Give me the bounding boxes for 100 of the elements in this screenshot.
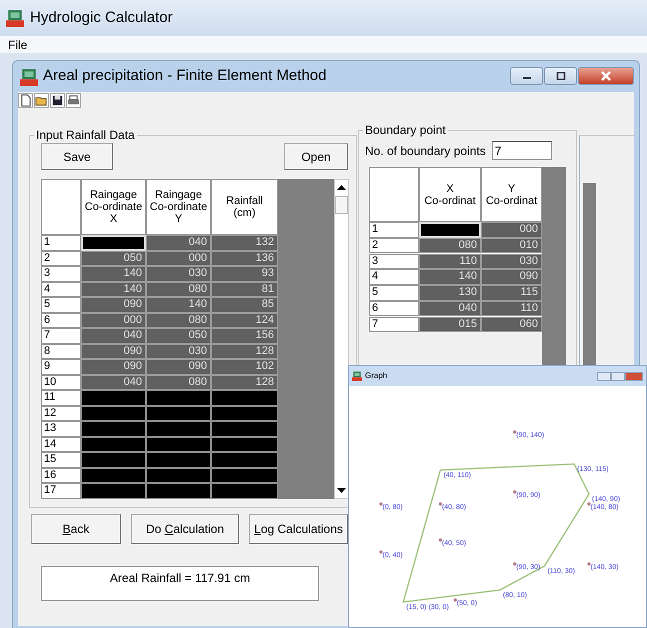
result-text: Areal Rainfall = 117.91 cm (41, 566, 319, 600)
table-cell: 130 (419, 285, 481, 301)
row-header: 8 (41, 344, 81, 359)
table-cell: 050 (81, 250, 146, 266)
table-cell: 000 (481, 222, 542, 238)
point-marker (438, 502, 442, 506)
save-disk-icon[interactable] (50, 93, 65, 108)
point-marker (379, 502, 383, 506)
column-header: Rainfall (cm) (211, 179, 278, 235)
cell-editor[interactable] (81, 235, 146, 250)
table-cell: 136 (211, 250, 278, 266)
table-cell: 015 (419, 316, 481, 332)
column-header: X Co-ordinat (419, 167, 481, 222)
window-title: Areal precipitation - Finite Element Method (43, 66, 326, 86)
table-cell: 93 (211, 266, 278, 282)
table-cell: 090 (81, 359, 146, 374)
table-corner (41, 179, 81, 235)
table-cell: 102 (211, 359, 278, 374)
column-header: Raingage Co-ordinate Y (146, 179, 211, 235)
count-field[interactable]: 7 (492, 141, 552, 160)
point-marker (513, 490, 516, 494)
table-cell: 030 (146, 344, 211, 359)
table-cell: 080 (419, 238, 481, 254)
point-marker (587, 562, 591, 566)
maximize-icon (556, 72, 566, 80)
calculate-button[interactable]: Do Calculation (131, 514, 239, 544)
row-header: 16 (41, 468, 81, 483)
row-header: 4 (41, 282, 81, 297)
close-button[interactable] (578, 67, 634, 85)
table-cell: 090 (146, 359, 211, 374)
table-cell: 040 (419, 300, 481, 316)
row-header: 6 (369, 300, 419, 316)
field-label: No. of boundary points (365, 142, 486, 160)
row-header: 5 (369, 285, 419, 301)
table-cell: 128 (211, 374, 278, 390)
table-cell: 124 (211, 312, 278, 328)
table-cell: 85 (211, 297, 278, 312)
table-cell: 080 (146, 312, 211, 328)
group-title: Boundary point (363, 123, 448, 137)
close-icon (600, 71, 612, 81)
row-header: 11 (41, 390, 81, 406)
table-cell: 81 (211, 282, 278, 297)
table-cell: 140 (81, 282, 146, 297)
row-header: 4 (369, 269, 419, 285)
table-cell: 090 (81, 344, 146, 359)
scroll-thumb[interactable] (335, 196, 348, 214)
row-header: 10 (41, 374, 81, 390)
cell-editor[interactable] (419, 222, 481, 238)
menu-item[interactable]: File (8, 36, 28, 54)
save-button[interactable]: Save (41, 143, 113, 170)
point-marker (379, 550, 383, 554)
window-title: Graph (365, 370, 388, 382)
point-marker (587, 502, 591, 506)
column-header: Y Co-ordinat (481, 167, 542, 222)
table-cell: 030 (146, 266, 211, 282)
row-header: 3 (369, 254, 419, 270)
printer-icon[interactable] (66, 93, 81, 108)
app-icon (352, 371, 362, 381)
row-header: 6 (41, 312, 81, 328)
back-button[interactable]: Back (31, 514, 121, 544)
table-cell: 040 (81, 328, 146, 344)
row-header: 1 (41, 235, 81, 250)
new-file-icon[interactable] (18, 93, 33, 108)
table-cell: 010 (481, 238, 542, 254)
minimize-button[interactable] (510, 67, 543, 85)
table-cell: 110 (419, 254, 481, 270)
row-header: 1 (369, 222, 419, 238)
point-marker (454, 598, 457, 602)
point-marker (513, 562, 516, 566)
row-header: 5 (41, 297, 81, 312)
group-title: Input Rainfall Data (34, 128, 137, 142)
row-header: 14 (41, 436, 81, 452)
open-button[interactable]: Open (284, 143, 348, 170)
maximize-button[interactable] (544, 67, 577, 85)
row-header: 2 (369, 238, 419, 254)
row-header: 7 (369, 316, 419, 332)
table-cell: 132 (211, 235, 278, 250)
table-corner (369, 167, 419, 222)
row-header: 13 (41, 421, 81, 436)
table-cell: 060 (481, 316, 542, 332)
table-cell: 115 (481, 285, 542, 301)
row-header: 9 (41, 359, 81, 374)
log-button[interactable]: Log Calculations (249, 514, 348, 544)
table-cell: 090 (81, 297, 146, 312)
open-folder-icon[interactable] (34, 93, 49, 108)
row-header: 7 (41, 328, 81, 344)
table-cell: 156 (211, 328, 278, 344)
column-header: Raingage Co-ordinate X (81, 179, 146, 235)
table-cell: 140 (419, 269, 481, 285)
row-header: 12 (41, 406, 81, 421)
app-title: Hydrologic Calculator (30, 8, 173, 28)
table-cell: 040 (81, 374, 146, 390)
scrollbar[interactable] (334, 179, 349, 498)
row-header: 15 (41, 452, 81, 468)
table-cell: 140 (146, 297, 211, 312)
table-cell: 128 (211, 344, 278, 359)
table-cell: 140 (81, 266, 146, 282)
table-cell: 080 (146, 374, 211, 390)
close-button[interactable] (625, 372, 643, 380)
table-cell: 000 (81, 312, 146, 328)
